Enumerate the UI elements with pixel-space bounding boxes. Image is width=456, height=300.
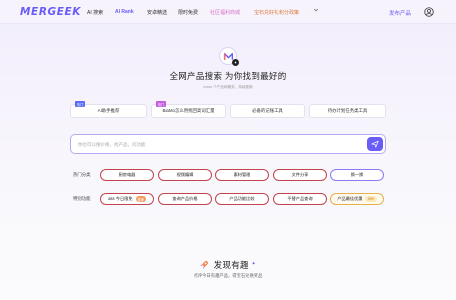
hero-subtitle: xxxxx 个产品和服务，持续更新 [203,85,253,89]
category-pill[interactable]: 厨房电器 [100,169,154,181]
feature-label: 查询产品价格 [172,196,198,201]
feature-label: ass 今日限免 [108,196,133,201]
hero-logo-icon: ✦ [219,47,239,66]
feature-pill[interactable]: 查询产品价格 [158,193,212,205]
refresh-categories-button[interactable]: 换一换 [330,169,384,181]
nav-limited-free[interactable]: 限时免费 [178,9,198,16]
feature-pill[interactable]: 产品功能比较 [215,193,269,205]
top-navigation-bar: MERGEEK AI 搜索 AI Rank 安卓精选 限时免费 社区福利商城 宝… [0,0,456,24]
suggestion-label: 待办计划任务类工具 [327,108,368,113]
suggestion-chip[interactable]: 热门 AI助手推荐 [70,101,147,118]
feature-badge: 推荐 [135,196,146,202]
suggestion-chip[interactable]: 待办计划任务类工具 [309,104,386,118]
nav-gem-rewards[interactable]: 宝石兑好礼积分政策 [254,9,299,16]
nav-android-picks[interactable]: 安卓精选 [147,9,167,16]
discover-title: 发现有趣 [213,260,249,270]
suggestion-label: BiaMo怎么用找回高词汇量 [162,108,215,113]
send-icon [371,140,379,148]
feature-pill[interactable]: 产品最佳优惠 199+ [330,193,384,205]
user-circle-icon[interactable] [424,7,434,17]
chevron-down-icon[interactable] [313,7,319,15]
category-pill[interactable]: 素材管理 [215,169,269,181]
hot-categories-label: 热门分类 [73,172,91,177]
feature-label: 平替产品查询 [287,196,313,201]
feature-label: 产品最佳优惠 [337,196,363,201]
feature-pill[interactable]: ass 今日限免 推荐 [100,193,154,205]
nav-ai-search[interactable]: AI 搜索 [87,9,103,16]
suggestion-label: 必备的记账工具 [252,108,283,113]
hot-tag: 热门 [156,101,167,107]
nav-community-store[interactable]: 社区福利商城 [210,9,240,16]
search-box[interactable]: 你也可以搜价格，找产品，问功能 [70,134,386,154]
hot-tag: 热门 [75,101,86,107]
suggestion-chip[interactable]: 热门 BiaMo怎么用找回高词汇量 [151,101,226,118]
site-logo[interactable]: MERGEEK [20,6,81,18]
suggestion-label: AI助手推荐 [97,108,120,113]
discover-heading: 发现有趣 ✦ [0,259,456,271]
send-button[interactable] [367,137,383,151]
rocket-icon [200,260,209,269]
feature-pill[interactable]: 平替产品查询 [273,193,327,205]
nav-ai-rank[interactable]: AI Rank [115,9,134,15]
sparkle-icon: ✦ [251,261,257,267]
category-pill[interactable]: 视频编辑 [158,169,212,181]
ai-badge-icon: ✦ [232,59,239,66]
special-features-label: 特别功能 [73,196,91,201]
hero-title: 全网产品搜索 为你找到最好的 [169,71,287,81]
publish-product-link[interactable]: 发布产品 [389,9,411,17]
search-input[interactable]: 你也可以搜价格，找产品，问功能 [78,142,146,148]
discover-subtitle: 点评今日有趣产品，得宝石兑换奖品 [193,273,263,278]
feature-label: 产品功能比较 [229,196,255,201]
feature-badge: 199+ [365,196,377,202]
suggestion-chip[interactable]: 必备的记账工具 [230,104,305,118]
category-pill[interactable]: 文件分享 [273,169,327,181]
